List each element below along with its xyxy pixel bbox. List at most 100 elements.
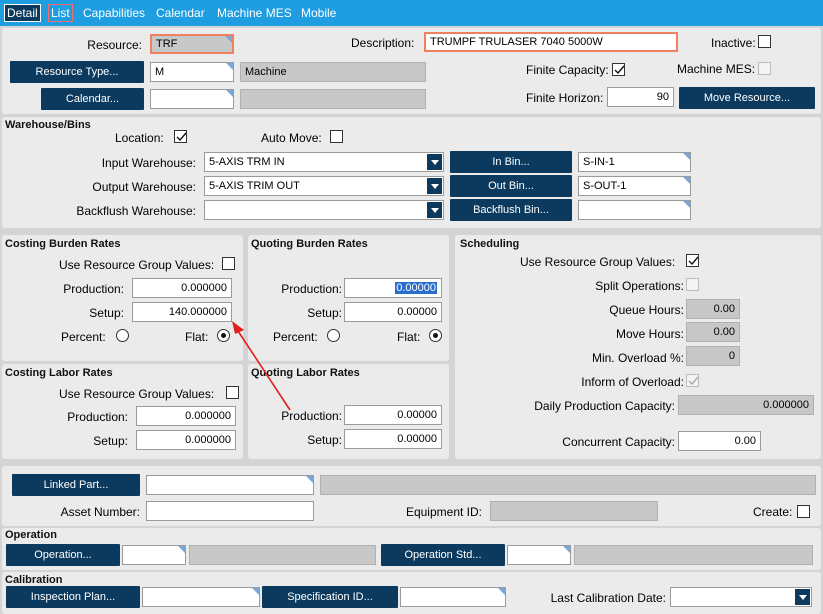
quoting-burden-flat-radio[interactable] [429, 329, 442, 342]
chevron-down-icon[interactable] [427, 178, 442, 194]
description-label: Description: [351, 36, 415, 50]
costing-labor-setup-field[interactable]: 0.000000 [136, 430, 236, 450]
quoting-labor-setup-field[interactable]: 0.00000 [344, 429, 442, 449]
output-warehouse-select[interactable]: 5-AXIS TRIM OUT [204, 176, 444, 196]
asset-number-label: Asset Number: [60, 505, 140, 519]
quoting-burden-setup-label: Setup: [307, 306, 342, 320]
linked-part-field[interactable] [146, 475, 314, 495]
quoting-burden-production-field[interactable]: 0.00000 [344, 278, 442, 298]
chevron-down-icon[interactable] [427, 202, 442, 218]
quoting-labor-production-field[interactable]: 0.00000 [344, 405, 442, 425]
calendar-field[interactable] [150, 89, 234, 109]
input-warehouse-select[interactable]: 5-AXIS TRM IN [204, 152, 444, 172]
backflush-warehouse-select[interactable] [204, 200, 444, 220]
tab-detail[interactable]: Detail [4, 4, 41, 22]
daily-capacity-field[interactable]: 0.000000 [678, 395, 814, 415]
min-overload-field[interactable]: 0 [686, 346, 740, 366]
resource-field[interactable]: TRF [150, 34, 234, 54]
costing-burden-percent-radio[interactable] [116, 329, 129, 342]
costing-labor-setup-label: Setup: [93, 434, 128, 448]
chevron-down-icon[interactable] [795, 589, 810, 605]
location-label: Location: [115, 131, 164, 145]
quoting-burden-setup-field[interactable]: 0.00000 [344, 302, 442, 322]
resource-label: Resource: [87, 38, 142, 52]
costing-labor-production-label: Production: [67, 410, 128, 424]
last-calibration-date[interactable] [670, 587, 812, 607]
costing-labor-use-group-checkbox[interactable] [226, 386, 239, 399]
costing-burden-production-field[interactable]: 0.000000 [132, 278, 232, 298]
specification-id-button[interactable]: Specification ID... [262, 586, 398, 608]
tab-list[interactable]: List [48, 4, 73, 22]
inspection-plan-button[interactable]: Inspection Plan... [6, 586, 140, 608]
costing-burden-flat-radio[interactable] [217, 329, 230, 342]
inactive-label: Inactive: [711, 36, 756, 50]
create-label: Create: [753, 505, 793, 519]
calendar-button[interactable]: Calendar... [41, 88, 144, 110]
equipment-id-field[interactable] [490, 501, 658, 521]
inform-overload-label: Inform of Overload: [581, 375, 684, 389]
operation-std-button[interactable]: Operation Std... [381, 544, 505, 566]
backflush-bin-button[interactable]: Backflush Bin... [450, 199, 572, 221]
operation-std-field[interactable] [507, 545, 571, 565]
quoting-labor-production-label: Production: [281, 409, 342, 423]
tab-capabilities[interactable]: Capabilities [83, 4, 145, 22]
scheduling-use-group-checkbox[interactable] [686, 254, 699, 267]
costing-labor-use-group-label: Use Resource Group Values: [59, 387, 215, 401]
resource-type-button[interactable]: Resource Type... [10, 61, 144, 83]
calibration-title: Calibration [5, 574, 63, 586]
operation-field[interactable] [122, 545, 186, 565]
costing-labor-production-field[interactable]: 0.000000 [136, 406, 236, 426]
asset-number-field[interactable] [146, 501, 314, 521]
inform-overload-checkbox[interactable] [686, 374, 699, 387]
finite-horizon-field[interactable]: 90 [607, 87, 674, 107]
costing-burden-title: Costing Burden Rates [5, 238, 121, 250]
queue-hours-field[interactable]: 0.00 [686, 299, 740, 319]
operation-button[interactable]: Operation... [6, 544, 120, 566]
linked-part-button[interactable]: Linked Part... [12, 474, 140, 496]
quoting-burden-title: Quoting Burden Rates [251, 238, 368, 250]
in-bin-button[interactable]: In Bin... [450, 151, 572, 173]
machine-mes-checkbox[interactable] [758, 62, 771, 75]
finite-capacity-label: Finite Capacity: [526, 63, 609, 77]
out-bin-field[interactable]: S-OUT-1 [578, 176, 691, 196]
tab-mobile[interactable]: Mobile [301, 4, 336, 22]
inspection-plan-field[interactable] [142, 587, 260, 607]
description-field[interactable]: TRUMPF TRULASER 7040 5000W [424, 32, 678, 52]
quoting-labor-title: Quoting Labor Rates [251, 367, 360, 379]
min-overload-label: Min. Overload %: [591, 351, 684, 365]
tab-calendar[interactable]: Calendar [156, 4, 205, 22]
costing-burden-setup-field[interactable]: 140.000000 [132, 302, 232, 322]
create-checkbox[interactable] [797, 505, 810, 518]
resource-type-field[interactable]: M [150, 62, 234, 82]
out-bin-button[interactable]: Out Bin... [450, 175, 572, 197]
scheduling-title: Scheduling [460, 238, 520, 250]
backflush-warehouse-label: Backflush Warehouse: [76, 204, 196, 218]
machine-mes-label: Machine MES: [677, 62, 756, 76]
costing-burden-use-group-checkbox[interactable] [222, 257, 235, 270]
move-resource-button[interactable]: Move Resource... [679, 87, 815, 109]
location-checkbox[interactable] [174, 130, 187, 143]
inactive-checkbox[interactable] [758, 35, 771, 48]
queue-hours-label: Queue Hours: [609, 303, 684, 317]
warehouse-title: Warehouse/Bins [5, 119, 91, 131]
auto-move-checkbox[interactable] [330, 130, 343, 143]
check-icon [614, 65, 625, 75]
radio-dot-icon [433, 333, 438, 338]
split-operations-checkbox[interactable] [686, 278, 699, 291]
finite-horizon-label: Finite Horizon: [526, 91, 604, 105]
quoting-burden-flat-label: Flat: [397, 330, 421, 344]
move-hours-field[interactable]: 0.00 [686, 322, 740, 342]
chevron-down-icon[interactable] [427, 154, 442, 170]
in-bin-field[interactable]: S-IN-1 [578, 152, 691, 172]
operation-title: Operation [5, 529, 57, 541]
check-icon [688, 376, 699, 386]
quoting-labor-setup-label: Setup: [307, 433, 342, 447]
costing-burden-percent-label: Percent: [61, 330, 106, 344]
tab-machine-mes[interactable]: Machine MES [217, 4, 292, 22]
quoting-burden-percent-radio[interactable] [327, 329, 340, 342]
backflush-bin-field[interactable] [578, 200, 691, 220]
specification-id-field[interactable] [400, 587, 506, 607]
concurrent-capacity-field[interactable]: 0.00 [678, 431, 761, 451]
radio-dot-icon [221, 333, 226, 338]
finite-capacity-checkbox[interactable] [612, 63, 625, 76]
